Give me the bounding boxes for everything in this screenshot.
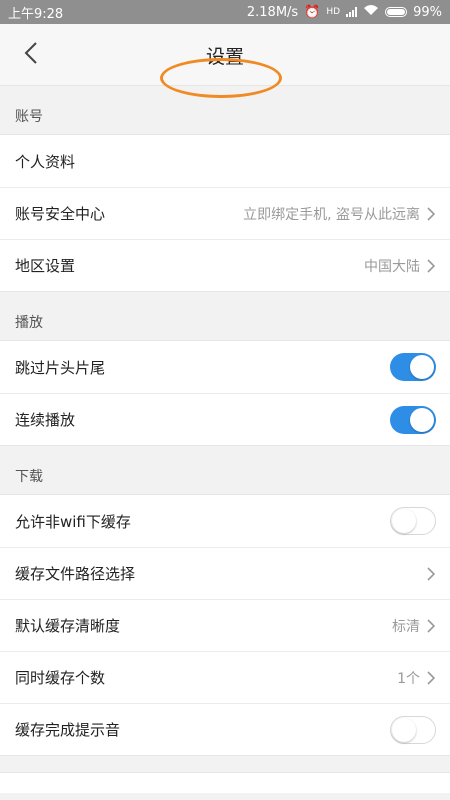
- network-type: HD: [326, 7, 341, 17]
- default-quality-row[interactable]: 默认缓存清晰度 标清: [0, 599, 450, 651]
- status-right: 2.18M/s ⏰ HD 99%: [247, 4, 442, 20]
- skip-intro-outro-toggle[interactable]: [390, 353, 436, 381]
- row-label: 缓存完成提示音: [15, 721, 121, 739]
- toggle-knob: [392, 509, 416, 533]
- battery-icon: [385, 7, 408, 17]
- row-value-wrap: 标清: [392, 616, 436, 636]
- row-value-wrap: 中国大陆: [364, 256, 436, 276]
- alarm-icon: ⏰: [304, 4, 321, 20]
- row-label: 地区设置: [15, 257, 76, 275]
- non-wifi-cache-toggle[interactable]: [390, 507, 436, 535]
- row-value-wrap: 1个: [397, 668, 436, 688]
- row-value: 中国大陆: [364, 258, 420, 275]
- concurrent-cache-row[interactable]: 同时缓存个数 1个: [0, 651, 450, 703]
- region-settings-row[interactable]: 地区设置 中国大陆: [0, 239, 450, 291]
- row-value: 立即绑定手机, 盗号从此远离: [243, 206, 420, 223]
- row-label: 同时缓存个数: [15, 669, 106, 687]
- chevron-right-icon: [426, 566, 436, 581]
- signal-icon: [346, 7, 358, 17]
- next-section-peek: [0, 772, 450, 793]
- row-value: 标清: [392, 618, 420, 635]
- battery-level: 99%: [413, 4, 442, 20]
- row-value-wrap: 立即绑定手机, 盗号从此远离: [243, 204, 436, 224]
- chevron-right-icon: [426, 618, 436, 633]
- row-label: 默认缓存清晰度: [15, 617, 121, 635]
- section-header-download: 下载: [15, 469, 43, 485]
- chevron-right-icon: [426, 258, 436, 273]
- page-title: 设置: [205, 45, 244, 68]
- download-group: 允许非wifi下缓存 缓存文件路径选择 默认缓存清晰度 标清 同时缓存个数 1个…: [0, 494, 450, 756]
- section-header-account: 账号: [15, 109, 43, 125]
- row-value: 1个: [397, 670, 420, 687]
- net-speed: 2.18M/s: [246, 4, 299, 20]
- toggle-knob: [410, 407, 434, 432]
- chevron-right-icon: [426, 206, 436, 221]
- row-label: 允许非wifi下缓存: [15, 512, 131, 531]
- row-label: 缓存文件路径选择: [15, 565, 136, 583]
- non-wifi-cache-row: 允许非wifi下缓存: [0, 495, 450, 547]
- account-group: 个人资料 账号安全中心 立即绑定手机, 盗号从此远离 地区设置 中国大陆: [0, 134, 450, 292]
- status-time: 上午9:28: [8, 6, 64, 22]
- wifi-icon: [363, 4, 379, 20]
- profile-row[interactable]: 个人资料: [0, 135, 450, 187]
- autoplay-toggle[interactable]: [390, 405, 436, 434]
- top-bar: 设置: [0, 24, 450, 98]
- row-label: 跳过片头片尾: [15, 358, 106, 377]
- toggle-knob: [410, 355, 434, 379]
- cache-complete-sound-row: 缓存完成提示音: [0, 703, 450, 755]
- skip-intro-outro-row: 跳过片头片尾: [0, 341, 450, 393]
- row-label: 连续播放: [15, 411, 76, 429]
- row-label: 账号安全中心: [15, 205, 106, 223]
- account-security-row[interactable]: 账号安全中心 立即绑定手机, 盗号从此远离: [0, 187, 450, 239]
- chevron-right-icon: [426, 670, 436, 685]
- status-bar: 上午9:28 2.18M/s ⏰ HD 99%: [0, 0, 450, 24]
- row-label: 个人资料: [15, 152, 76, 171]
- row-value-wrap: [426, 566, 436, 581]
- section-header-play: 播放: [15, 315, 43, 331]
- toggle-knob: [392, 717, 416, 742]
- play-group: 跳过片头片尾 连续播放: [0, 340, 450, 446]
- autoplay-row: 连续播放: [0, 393, 450, 445]
- cache-path-row[interactable]: 缓存文件路径选择: [0, 547, 450, 599]
- cache-complete-sound-toggle[interactable]: [390, 715, 436, 744]
